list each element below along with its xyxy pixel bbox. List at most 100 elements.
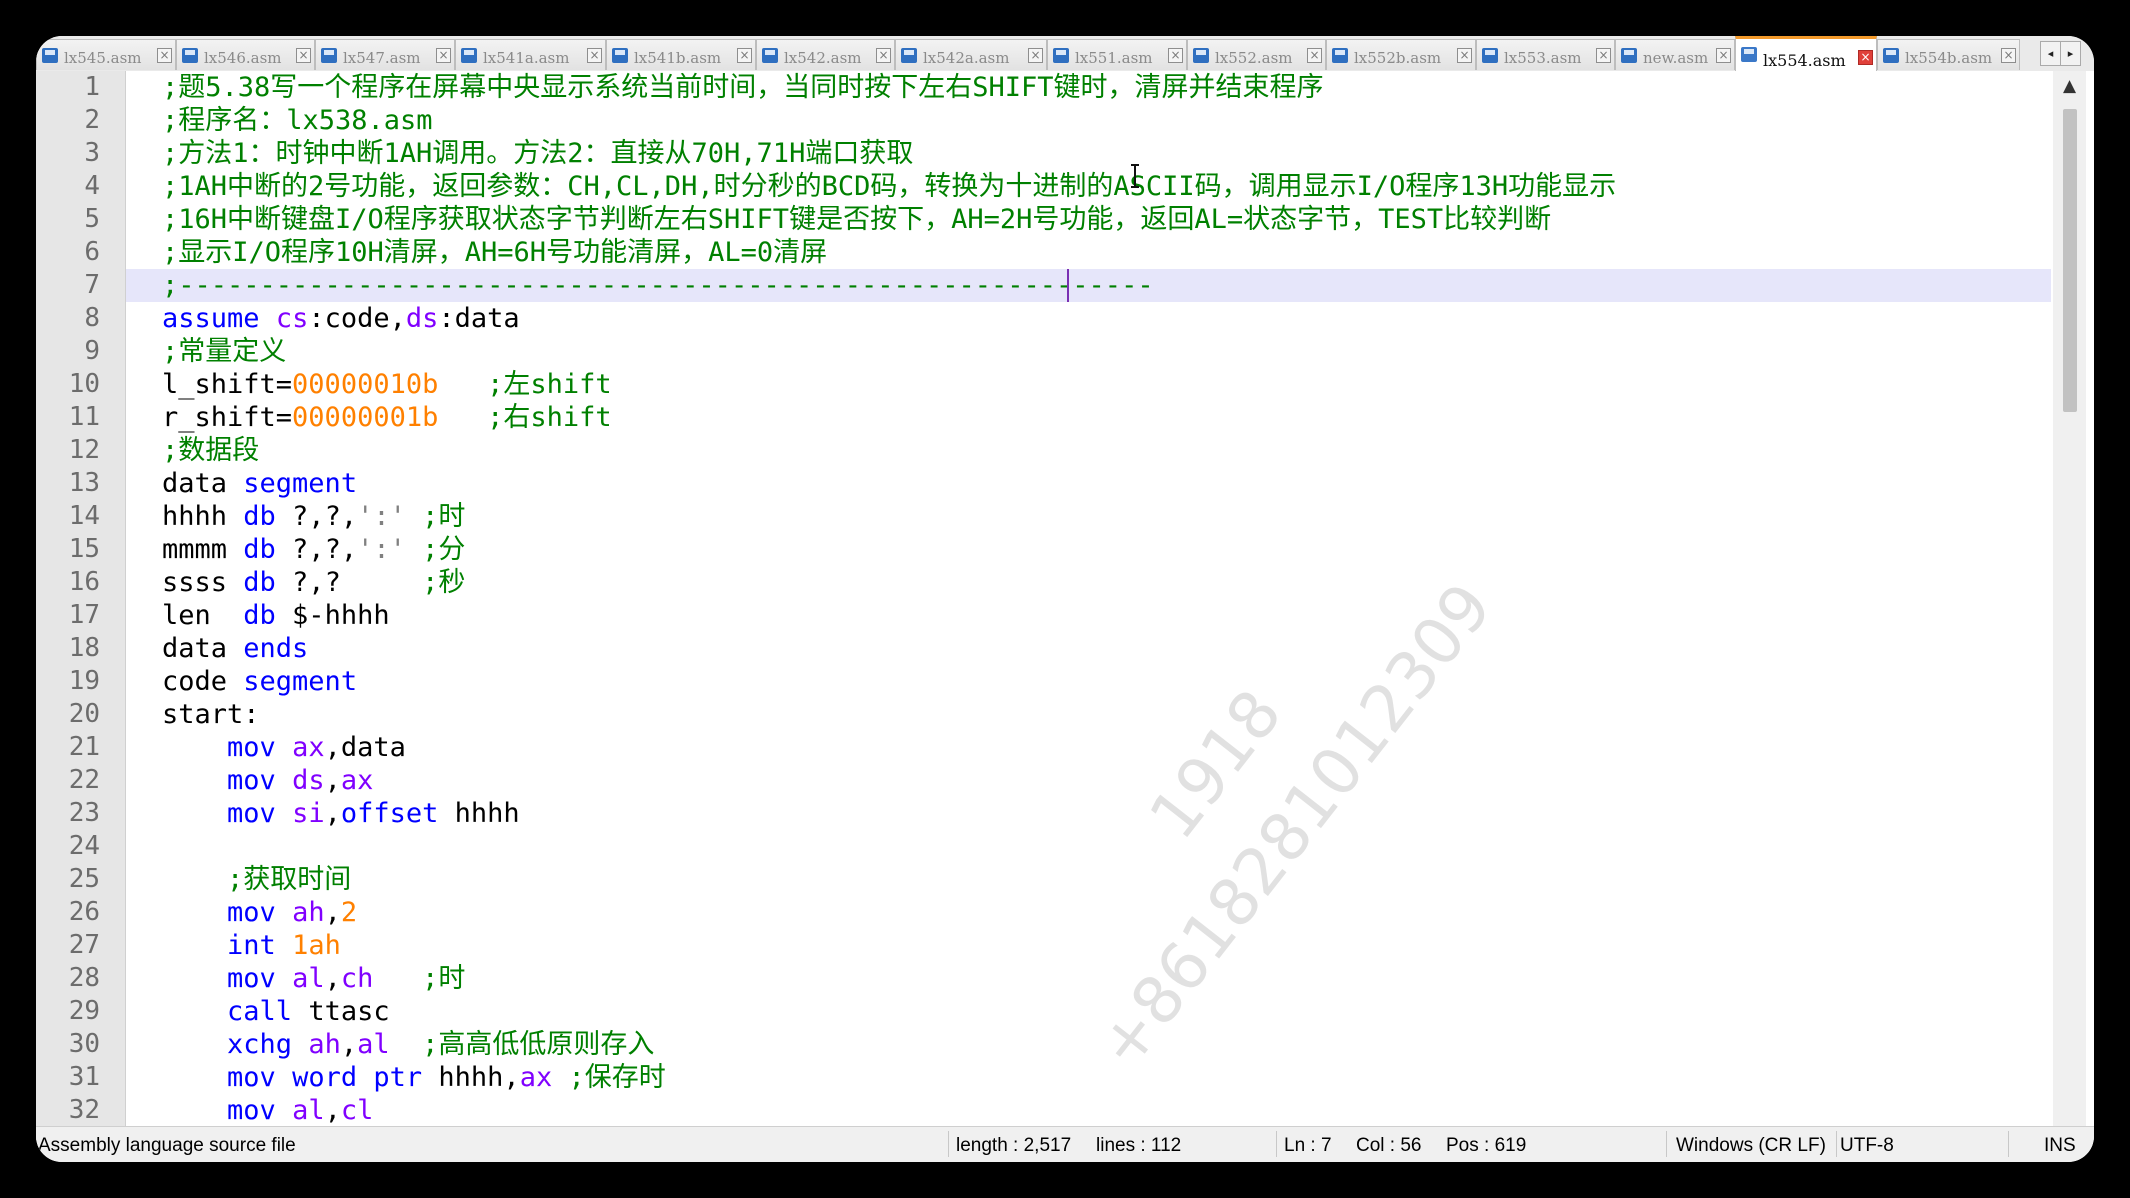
code-line-17[interactable]: len db $-hhhh [126,599,2051,632]
status-file-type: Assembly language source file [38,1135,296,1156]
code-line-26[interactable]: mov ah,2 [126,896,2051,929]
code-text: hhhh, [422,1062,520,1093]
tab-close-icon[interactable]: × [1168,48,1183,63]
tab-lx545-asm[interactable]: lx545.asm × [36,39,176,70]
tab-lx542-asm[interactable]: lx542.asm × [756,39,895,70]
code-line-24[interactable] [126,830,2051,863]
tab-close-icon[interactable]: × [587,48,602,63]
notepadpp-window: lx545.asm × lx546.asm × lx547.asm × lx541a.asm… [36,36,2094,1162]
code-text: r_shift= [162,402,293,433]
code-line-4[interactable]: ;1AH中断的2号功能，返回参数：CH,CL,DH,时分秒的BCD码，转换为十进… [126,170,2051,203]
code-label: start: [162,699,260,730]
code-line-23[interactable]: mov si,offset hhhh [126,797,2051,830]
code-line-2[interactable]: ;程序名：lx538.asm [126,104,2051,137]
code-line-30[interactable]: xchg ah,al ;高高低低原则存入 [126,1028,2051,1061]
code-line-32[interactable]: mov al,cl [126,1094,2051,1127]
tab-lx552-asm[interactable]: lx552.asm × [1187,39,1326,70]
code-line-14[interactable]: hhhh db ?,?,':' ;时 [126,500,2051,533]
code-line-8[interactable]: assume cs:code,ds:data [126,302,2051,335]
code-line-12[interactable]: ;数据段 [126,434,2051,467]
tab-lx541b-asm[interactable]: lx541b.asm × [606,39,756,70]
code-line-1[interactable]: ;题5.38写一个程序在屏幕中央显示系统当前时间，当同时按下左右SHIFT键时，… [126,71,2051,104]
tab-lx547-asm[interactable]: lx547.asm × [315,39,455,70]
code-view[interactable]: ;题5.38写一个程序在屏幕中央显示系统当前时间，当同时按下左右SHIFT键时，… [126,71,2086,1161]
tab-close-icon[interactable]: × [1307,48,1322,63]
tab-lx554b-asm[interactable]: lx554b.asm × [1877,39,2020,70]
code-line-9[interactable]: ;常量定义 [126,335,2051,368]
tab-lx546-asm[interactable]: lx546.asm × [176,39,315,70]
tab-scroll-right-icon[interactable]: ▸ [2060,41,2081,66]
line-number: 3 [84,138,100,168]
code-line-22[interactable]: mov ds,ax [126,764,2051,797]
code-keyword: db [243,534,276,565]
tab-close-icon[interactable]: × [296,48,311,63]
code-line-25[interactable]: ;获取时间 [126,863,2051,896]
code-line-18[interactable]: data ends [126,632,2051,665]
code-text: ?,?, [275,534,358,565]
code-comment: ;程序名：lx538.asm [162,105,433,136]
code-instruction: xchg [227,1029,293,1060]
code-register: ds [292,765,325,796]
editor-area[interactable]: 1 2 3 4 5 6 7 8 9 10 11 12 13 14 15 16 17 18 19 20 21 22 23 24 2… [36,71,2094,1161]
tab-new-asm[interactable]: new.asm × [1615,39,1735,70]
tab-lx551-asm[interactable]: lx551.asm × [1047,39,1187,70]
tab-close-icon[interactable]: × [737,48,752,63]
line-number: 4 [84,171,100,201]
code-line-21[interactable]: mov ax,data [126,731,2051,764]
code-line-10[interactable]: l_shift=00000010b ;左shift [126,368,2051,401]
scrollbar-thumb[interactable] [2063,109,2077,412]
tab-close-icon[interactable]: × [436,48,451,63]
code-text: l_shift= [162,369,293,400]
status-col: Col : 56 [1356,1135,1422,1156]
code-line-31[interactable]: mov word ptr hhhh,ax ;保存时 [126,1061,2051,1094]
code-text: mmmm [162,534,244,565]
code-text: , [340,1029,358,1060]
tab-close-icon[interactable]: × [876,48,891,63]
tab-lx552b-asm[interactable]: lx552b.asm × [1326,39,1476,70]
code-line-5[interactable]: ;16H中断键盘I/O程序获取状态字节判断左右SHIFT键是否按下，AH=2H号… [126,203,2051,236]
code-comment: ;获取时间 [162,864,352,895]
code-line-13[interactable]: data segment [126,467,2051,500]
code-line-3[interactable]: ;方法1：时钟中断1AH调用。方法2：直接从70H,71H端口获取 [126,137,2051,170]
code-line-19[interactable]: code segment [126,665,2051,698]
tab-lx554-asm[interactable]: lx554.asm × [1735,36,1877,71]
code-line-27[interactable]: int 1ah [126,929,2051,962]
code-line-20[interactable]: start: [126,698,2051,731]
tab-close-icon[interactable]: × [1716,48,1731,63]
tab-lx553-asm[interactable]: lx553.asm × [1476,39,1615,70]
tab-close-icon[interactable]: × [1858,50,1873,65]
tab-label: lx554.asm [1763,51,1846,70]
code-line-15[interactable]: mmmm db ?,?,':' ;分 [126,533,2051,566]
status-divider [1666,1131,1667,1157]
status-eol[interactable]: Windows (CR LF) [1676,1135,1826,1157]
status-encoding[interactable]: UTF-8 [1840,1135,1894,1157]
tab-close-icon[interactable]: × [1457,48,1472,63]
code-line-16[interactable]: ssss db ?,? ;秒 [126,566,2051,599]
scroll-up-arrow-icon[interactable]: ▲ [2053,71,2086,101]
line-number: 23 [68,798,100,828]
tab-close-icon[interactable]: × [1028,48,1043,63]
vertical-scrollbar[interactable]: ▲ ▼ [2053,71,2086,1161]
code-line-6[interactable]: ;显示I/O程序10H清屏，AH=6H号功能清屏，AL=0清屏 [126,236,2051,269]
tab-label: lx541a.asm [483,49,570,67]
line-number: 10 [68,369,100,399]
code-line-11[interactable]: r_shift=00000001b ;右shift [126,401,2051,434]
line-number: 18 [68,633,100,663]
code-keyword: word [292,1062,358,1093]
tab-close-icon[interactable]: × [2001,48,2016,63]
tab-close-icon[interactable]: × [1596,48,1611,63]
code-line-29[interactable]: call ttasc [126,995,2051,1028]
tab-close-icon[interactable]: × [157,48,172,63]
tab-lx541a-asm[interactable]: lx541a.asm × [455,39,606,70]
status-insert-mode[interactable]: INS [2044,1135,2076,1157]
code-line-28[interactable]: mov al,ch ;时 [126,962,2051,995]
code-line-7-current[interactable]: ;---------------------------------------… [126,269,2051,302]
code-number: 00000010b [292,369,439,400]
tab-lx542a-asm[interactable]: lx542a.asm × [895,39,1047,70]
tab-scroll-left-icon[interactable]: ◂ [2040,41,2061,66]
line-number: 12 [68,435,100,465]
